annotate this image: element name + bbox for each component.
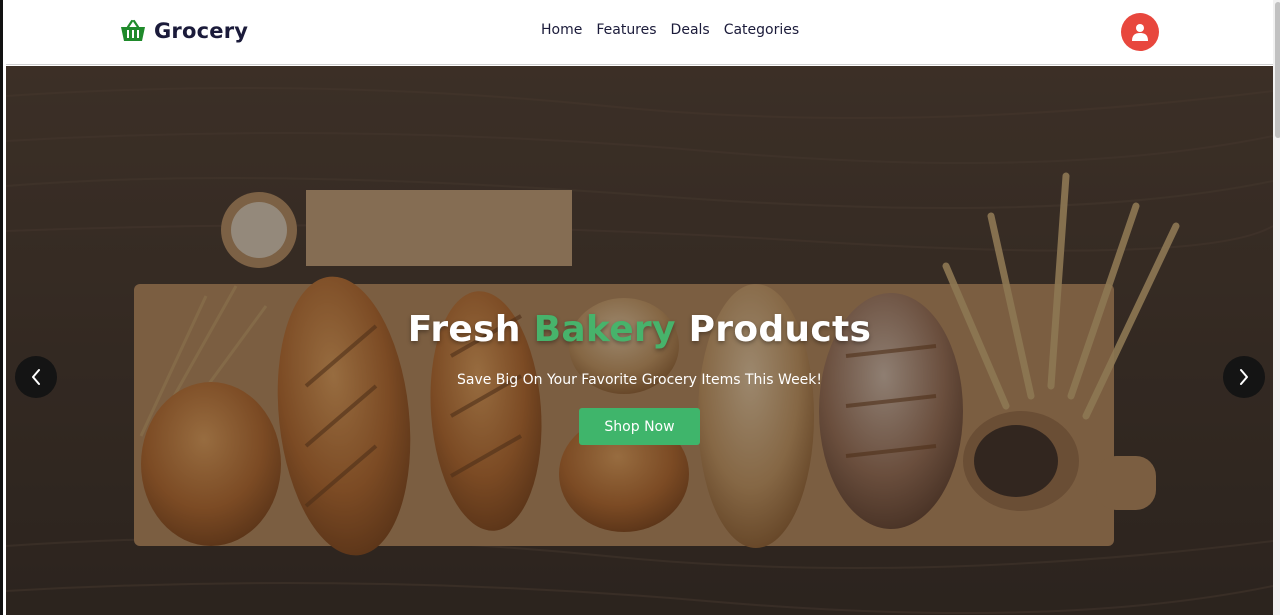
browser-viewport: Grocery Home Features Deals Categories F… bbox=[0, 0, 1280, 615]
chevron-right-icon bbox=[1240, 369, 1248, 385]
brand-name: Grocery bbox=[154, 19, 249, 43]
user-account-button[interactable] bbox=[1121, 13, 1159, 51]
hero-title: Fresh Bakery Products bbox=[6, 309, 1273, 350]
site-header: Grocery Home Features Deals Categories bbox=[6, 0, 1273, 65]
page-scrollbar[interactable] bbox=[1273, 0, 1280, 615]
scrollbar-thumb[interactable] bbox=[1275, 2, 1280, 138]
main-nav: Home Features Deals Categories bbox=[541, 22, 813, 38]
basket-icon bbox=[121, 19, 145, 41]
nav-link-features[interactable]: Features bbox=[596, 22, 656, 38]
carousel-prev-button[interactable] bbox=[15, 356, 57, 398]
chevron-left-icon bbox=[32, 369, 40, 385]
nav-link-deals[interactable]: Deals bbox=[671, 22, 710, 38]
hero-title-part2: Products bbox=[688, 309, 872, 350]
hero-subtitle: Save Big On Your Favorite Grocery Items … bbox=[456, 372, 823, 388]
hero-title-accent: Bakery bbox=[533, 309, 676, 350]
carousel-next-button[interactable] bbox=[1223, 356, 1265, 398]
hero-carousel: Fresh Bakery Products Save Big On Your F… bbox=[6, 66, 1273, 615]
user-icon bbox=[1132, 24, 1148, 41]
nav-link-home[interactable]: Home bbox=[541, 22, 582, 38]
brand-logo[interactable]: Grocery bbox=[120, 18, 248, 44]
nav-link-categories[interactable]: Categories bbox=[724, 22, 799, 38]
hero-title-part1: Fresh bbox=[407, 309, 521, 350]
shop-now-button[interactable]: Shop Now bbox=[579, 408, 700, 445]
